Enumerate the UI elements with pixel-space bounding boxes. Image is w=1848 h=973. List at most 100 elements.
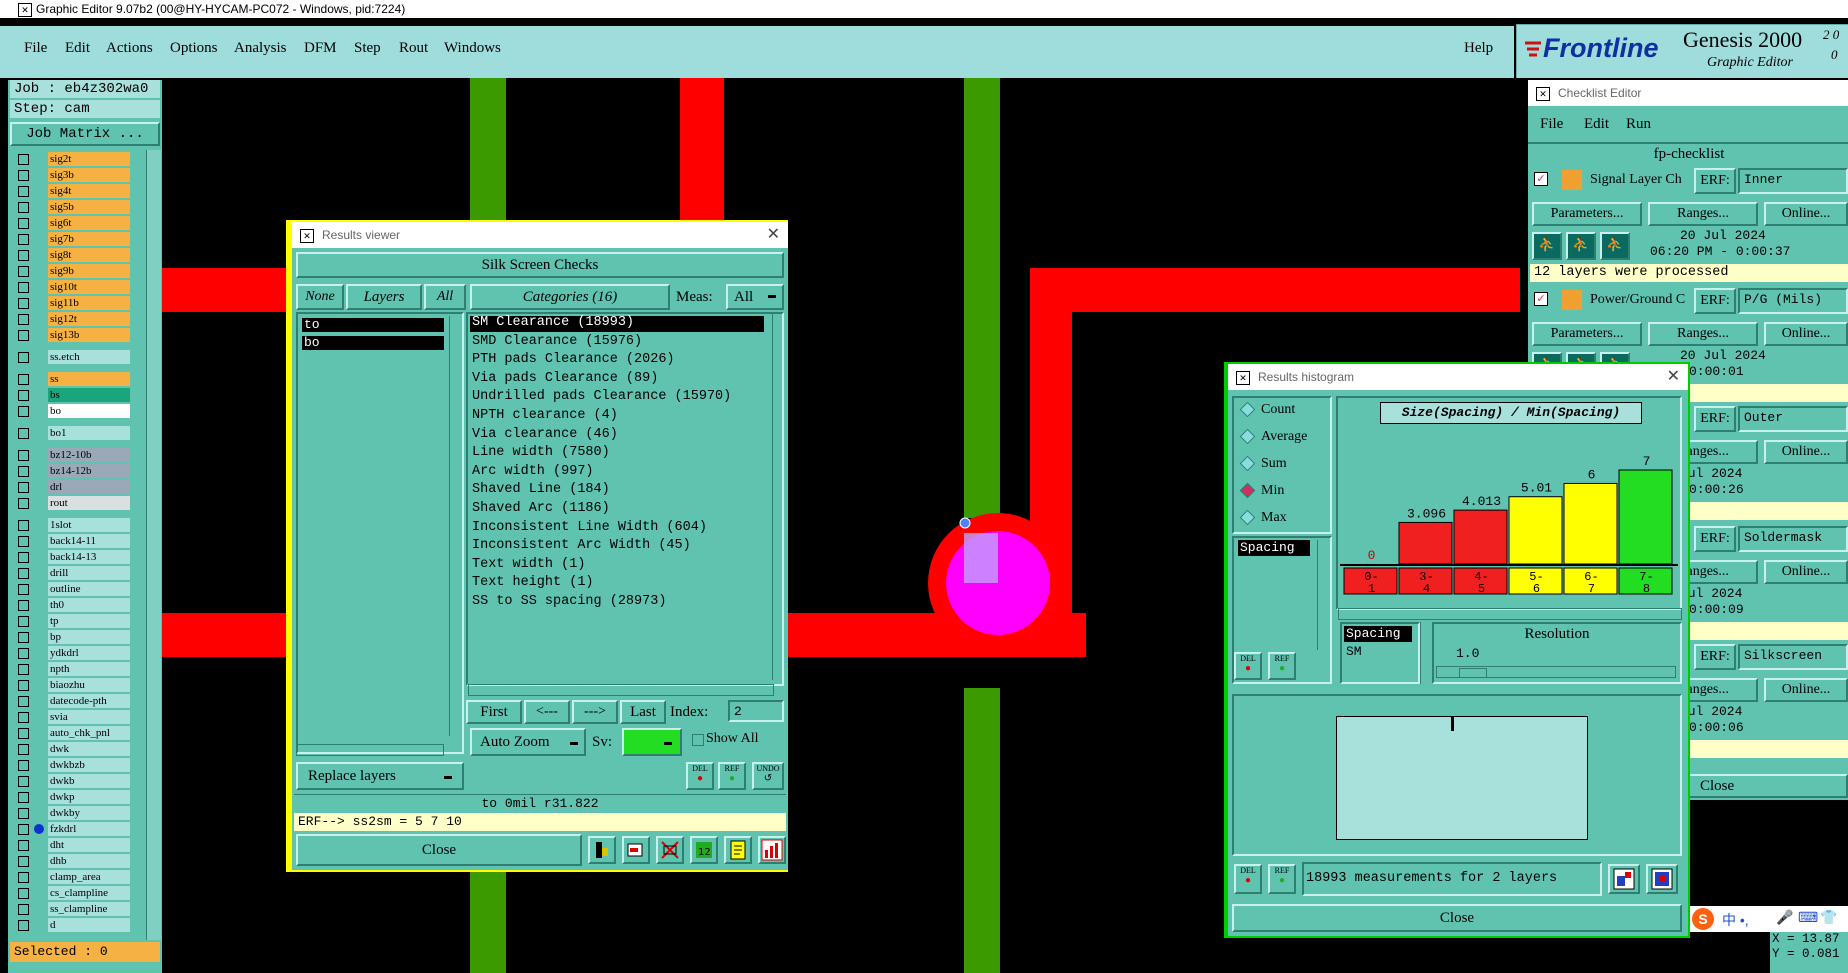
layer-name[interactable]: sig3b <box>48 168 130 182</box>
aggregate-radio[interactable]: Average <box>1239 429 1307 445</box>
layer-row[interactable]: sig10t <box>14 280 130 294</box>
layer-checkbox[interactable] <box>18 428 29 439</box>
layer-checkbox[interactable] <box>18 776 29 787</box>
layer-checkbox[interactable] <box>18 744 29 755</box>
layer-name[interactable]: drill <box>48 566 130 580</box>
erf-button[interactable]: ERF: <box>1694 288 1736 314</box>
layer-row[interactable]: sig8t <box>14 248 130 262</box>
online-button[interactable]: Online... <box>1764 440 1848 464</box>
layer-name[interactable]: 1slot <box>48 518 130 532</box>
results-layer-item[interactable]: to <box>302 318 444 332</box>
layer-name[interactable]: rout <box>48 496 130 510</box>
none-button[interactable]: None <box>296 284 344 310</box>
layer-name[interactable]: sig13b <box>48 328 130 342</box>
show-all-checkbox[interactable] <box>692 734 704 746</box>
action-checkbox[interactable]: ✓ <box>1534 172 1548 186</box>
layer-row[interactable]: dhb <box>14 854 130 868</box>
category-item[interactable]: Text width (1) <box>472 556 585 574</box>
layer-checkbox[interactable] <box>18 482 29 493</box>
layer-name[interactable]: npth <box>48 662 130 676</box>
layer-name[interactable]: ss_clampline <box>48 902 130 916</box>
erf-button[interactable]: ERF: <box>1694 406 1736 432</box>
run-icon[interactable]: ⛹ <box>1600 232 1630 260</box>
spacing-list-scrollbar[interactable] <box>1420 622 1431 684</box>
layer-name[interactable]: biaozhu <box>48 678 130 692</box>
checklist-menu-run[interactable]: Run <box>1626 116 1651 133</box>
results-layer-item[interactable]: bo <box>302 336 444 350</box>
layer-checkbox[interactable] <box>18 202 29 213</box>
layer-name[interactable]: sig5b <box>48 200 130 214</box>
histogram-del-button[interactable]: DEL ● <box>1234 652 1262 680</box>
report-tool-icon[interactable] <box>724 836 752 864</box>
replace-layers-dropdown[interactable]: Replace layers <box>296 762 464 790</box>
layer-name[interactable]: th0 <box>48 598 130 612</box>
layer-checkbox[interactable] <box>18 680 29 691</box>
menu-file[interactable]: File <box>24 40 47 57</box>
layer-checkbox[interactable] <box>18 552 29 563</box>
radio-diamond-icon[interactable] <box>1239 429 1256 445</box>
category-item[interactable]: Via clearance (46) <box>472 426 618 444</box>
layer-checkbox[interactable] <box>18 330 29 341</box>
run-icon[interactable]: ⛹ <box>1532 232 1562 260</box>
layer-name[interactable]: dwkby <box>48 806 130 820</box>
checklist-menu-file[interactable]: File <box>1540 116 1563 133</box>
layer-checkbox[interactable] <box>18 218 29 229</box>
erf-button[interactable]: ERF: <box>1694 526 1736 552</box>
item-list-scrollbar[interactable] <box>1317 540 1328 650</box>
prev-button[interactable]: <--- <box>524 700 570 724</box>
index-input[interactable] <box>728 700 784 722</box>
layer-name[interactable]: sig11b <box>48 296 130 310</box>
aggregate-radio[interactable]: Max <box>1239 510 1287 526</box>
layer-name[interactable]: sig8t <box>48 248 130 262</box>
zoom-chart-icon[interactable] <box>1608 864 1640 894</box>
layer-checkbox[interactable] <box>18 266 29 277</box>
layer-name[interactable]: ss.etch <box>48 350 130 364</box>
category-item[interactable]: Inconsistent Arc Width (45) <box>472 537 691 555</box>
menu-edit[interactable]: Edit <box>65 40 90 57</box>
layer-row[interactable]: dwkbzb <box>14 758 130 772</box>
radio-diamond-icon[interactable] <box>1239 456 1256 472</box>
layer-name[interactable]: sig2t <box>48 152 130 166</box>
category-item[interactable]: Via pads Clearance (89) <box>472 370 658 388</box>
layer-checkbox[interactable] <box>18 250 29 261</box>
category-item[interactable]: Arc width (997) <box>472 463 594 481</box>
layer-row[interactable]: clamp_area <box>14 870 130 884</box>
layer-checkbox[interactable] <box>18 536 29 547</box>
close-icon[interactable]: ✕ <box>767 222 780 248</box>
layer-row[interactable]: ss_clampline <box>14 902 130 916</box>
layer-row[interactable]: biaozhu <box>14 678 130 692</box>
layer-checkbox[interactable] <box>18 498 29 509</box>
layer-row[interactable]: sig7b <box>14 232 130 246</box>
category-item[interactable]: Line width (7580) <box>472 444 610 462</box>
menu-analysis[interactable]: Analysis <box>234 40 287 57</box>
layer-row[interactable]: back14-13 <box>14 550 130 564</box>
layer-row[interactable]: sig6t <box>14 216 130 230</box>
histogram-del-button-2[interactable]: DEL ● <box>1234 864 1262 894</box>
layer-row[interactable]: bz14-12b <box>14 464 130 478</box>
menu-rout[interactable]: Rout <box>399 40 428 57</box>
category-item[interactable]: Inconsistent Line Width (604) <box>472 519 707 537</box>
keyboard-icon[interactable]: ⌨ <box>1798 909 1818 926</box>
layer-row[interactable]: outline <box>14 582 130 596</box>
layer-checkbox[interactable] <box>18 712 29 723</box>
layer-checkbox[interactable] <box>18 696 29 707</box>
layer-checkbox[interactable] <box>18 728 29 739</box>
aggregate-radio[interactable]: Sum <box>1239 456 1287 472</box>
close-icon[interactable]: ✕ <box>1667 364 1680 390</box>
category-item[interactable]: PTH pads Clearance (2026) <box>472 351 675 369</box>
layer-tool-icon[interactable] <box>588 836 616 864</box>
highlight-tool-icon[interactable] <box>622 836 650 864</box>
layer-name[interactable]: sig12t <box>48 312 130 326</box>
job-matrix-button[interactable]: Job Matrix ... <box>10 122 160 146</box>
layer-name[interactable]: dwkp <box>48 790 130 804</box>
category-item[interactable]: Shaved Arc (1186) <box>472 500 610 518</box>
layer-name[interactable]: outline <box>48 582 130 596</box>
all-button[interactable]: All <box>424 284 466 310</box>
layer-checkbox[interactable] <box>18 872 29 883</box>
layer-row[interactable]: ss <box>14 372 130 386</box>
layer-name[interactable]: bz12-10b <box>48 448 130 462</box>
ref-button[interactable]: REF ● <box>718 762 746 790</box>
ranges-button[interactable]: Ranges... <box>1648 322 1758 346</box>
layer-name[interactable]: back14-11 <box>48 534 130 548</box>
histogram-ref-button-2[interactable]: REF ● <box>1268 864 1296 894</box>
